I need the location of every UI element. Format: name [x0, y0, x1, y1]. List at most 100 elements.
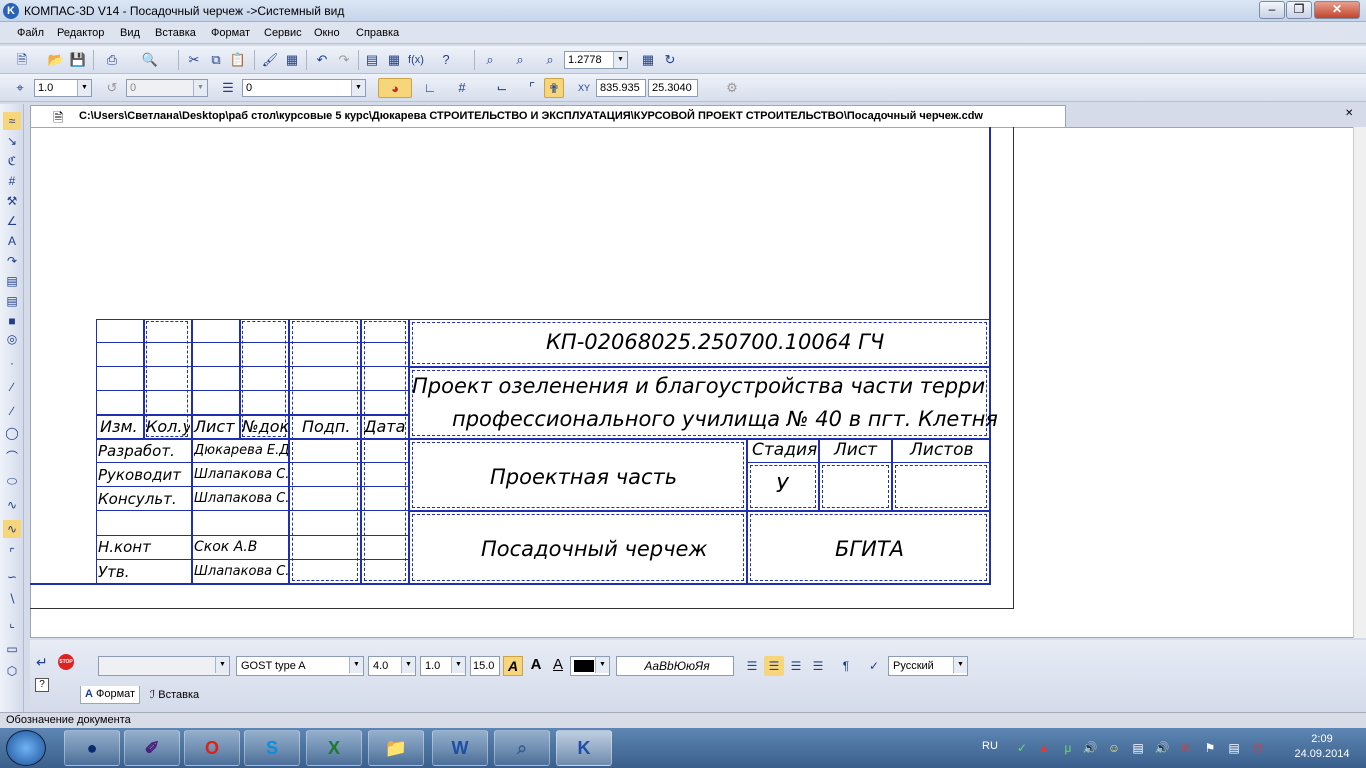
zoom-field[interactable]: 1.2778 ▼	[564, 51, 628, 69]
menu-view[interactable]: Вид	[120, 27, 140, 39]
spline-icon[interactable]: ∿	[3, 496, 21, 514]
vertical-scrollbar[interactable]	[1353, 127, 1366, 638]
skype-icon[interactable]: S	[244, 730, 300, 766]
fragment-icon[interactable]: ■	[3, 312, 21, 330]
tab-format[interactable]: A Формат	[80, 686, 141, 704]
fillet-icon[interactable]: ∖	[3, 590, 21, 608]
edit-icon[interactable]: #	[3, 172, 21, 190]
grid-icon[interactable]: #	[452, 78, 472, 98]
help-cursor-icon[interactable]: ?	[436, 50, 456, 70]
rectangle-icon[interactable]: ▭	[3, 640, 21, 658]
tray-flag-icon[interactable]: ⚑	[1202, 740, 1218, 756]
align-center-icon[interactable]: ☰	[764, 656, 784, 676]
curve-icon[interactable]: ∽	[3, 568, 21, 586]
aux-line-icon[interactable]: ∕	[3, 378, 21, 396]
minimize-button[interactable]: –	[1259, 1, 1285, 19]
align-left-icon[interactable]: ☰	[742, 656, 762, 676]
cut-icon[interactable]: ✂	[184, 50, 204, 70]
menu-file[interactable]: Файл	[17, 27, 44, 39]
tray-sound-icon[interactable]: 🔊	[1082, 740, 1098, 756]
stop-icon[interactable]: STOP	[58, 654, 74, 670]
round-icon[interactable]: ✟	[544, 78, 564, 98]
geometry-icon[interactable]: ≈	[3, 112, 21, 130]
local-cs-icon[interactable]: ⌙	[492, 78, 512, 98]
style-field[interactable]: ▼	[98, 656, 230, 676]
stretch-field[interactable]: 1.0 ▼	[420, 656, 466, 676]
taskbar-pen-icon[interactable]: ✐	[124, 730, 180, 766]
layer-field[interactable]: 0 ▼	[242, 79, 366, 97]
ortho-mode-icon[interactable]: ⌜	[522, 78, 542, 98]
polyline-icon[interactable]: ∿	[3, 520, 21, 538]
spec-icon[interactable]: ↷	[3, 252, 21, 270]
explorer-icon[interactable]: 📁	[368, 730, 424, 766]
step-field[interactable]: 1.0 ▼	[34, 79, 92, 97]
language-field[interactable]: Русский ▼	[888, 656, 968, 676]
table-icon[interactable]: ◎	[3, 330, 21, 348]
tray-arrow-icon[interactable]: ▲	[1036, 740, 1052, 756]
menu-insert[interactable]: Вставка	[155, 27, 196, 39]
zoom-frame-icon[interactable]: ⌕	[480, 50, 500, 70]
point-icon[interactable]: ·	[3, 354, 21, 372]
enter-icon[interactable]: ↵	[36, 654, 48, 671]
snap-magnet-icon[interactable]: ◕	[378, 78, 412, 98]
taskbar-app-icon[interactable]: ●	[64, 730, 120, 766]
opera-icon[interactable]: O	[184, 730, 240, 766]
menu-help[interactable]: Справка	[356, 27, 399, 39]
param-icon[interactable]: ⚙	[722, 78, 742, 98]
cursor-y-field[interactable]: 25.3040	[648, 79, 698, 97]
close-document-icon[interactable]: ✕	[1345, 108, 1353, 119]
tray-volume-icon[interactable]: 🔊	[1154, 740, 1170, 756]
underline-icon[interactable]: A	[548, 656, 568, 676]
designations-icon[interactable]: ℭ	[3, 152, 21, 170]
menu-window[interactable]: Окно	[314, 27, 340, 39]
polygon-icon[interactable]: ⬡	[3, 662, 21, 680]
cursor-x-field[interactable]: 835.935	[596, 79, 646, 97]
kompas-taskbar-icon[interactable]: K	[556, 730, 612, 766]
font-field[interactable]: GOST type A ▼	[236, 656, 364, 676]
chamfer-icon[interactable]: ⌜	[3, 544, 21, 562]
segment-icon[interactable]: ∕	[3, 402, 21, 420]
format-brush-icon[interactable]: 🖌	[260, 50, 280, 70]
clock[interactable]: 2:09 24.09.2014	[1282, 732, 1362, 762]
zoom-scale-icon[interactable]: ⌕	[540, 50, 560, 70]
manager-icon[interactable]: ▤	[362, 50, 382, 70]
copy-icon[interactable]: ⧉	[206, 50, 226, 70]
close-button[interactable]: ✕	[1314, 1, 1360, 19]
search-app-icon[interactable]: ⌕	[494, 730, 550, 766]
tab-insert[interactable]: ℐ Вставка	[146, 686, 203, 704]
tray-users-icon[interactable]: ☺	[1106, 740, 1122, 756]
variables-icon[interactable]: f(x)	[406, 50, 426, 70]
angle-field[interactable]: 15.0	[470, 656, 500, 676]
redo-icon[interactable]: ↷	[334, 50, 354, 70]
pan-icon[interactable]: ▦	[638, 50, 658, 70]
tray-torrent-icon[interactable]: μ	[1060, 740, 1076, 756]
fillet2-icon[interactable]: ⌞	[3, 614, 21, 632]
tray-network-icon[interactable]: ▤	[1130, 740, 1146, 756]
paste-icon[interactable]: 📋	[228, 50, 248, 70]
open-file-icon[interactable]: 📂	[46, 50, 66, 70]
menu-format[interactable]: Формат	[211, 27, 250, 39]
preview-icon[interactable]: 🔍	[140, 50, 160, 70]
tray-device-icon[interactable]: ▤	[1226, 740, 1242, 756]
circle-icon[interactable]: ◯	[3, 424, 21, 442]
height-field[interactable]: 4.0 ▼	[368, 656, 416, 676]
bold-icon[interactable]: A	[526, 656, 546, 676]
print-icon[interactable]: ⎙	[102, 50, 122, 70]
menu-service[interactable]: Сервис	[264, 27, 302, 39]
maximize-button[interactable]: ❐	[1286, 1, 1312, 19]
arc-icon[interactable]: ⌒	[3, 448, 21, 466]
orthogonal-icon[interactable]: ∟	[420, 78, 440, 98]
document-tab[interactable]: 🗎 C:\Users\Светлана\Desktop\раб стол\кур…	[30, 105, 1066, 127]
paragraph-icon[interactable]: ¶	[836, 656, 856, 676]
spellcheck-icon[interactable]: ✓	[864, 656, 884, 676]
angle-field[interactable]: 0 ▼	[126, 79, 208, 97]
select-icon[interactable]: A	[3, 232, 21, 250]
excel-icon[interactable]: X	[306, 730, 362, 766]
tray-power-icon[interactable]: ⏻	[1250, 740, 1266, 756]
new-file-icon[interactable]: 🗎	[12, 50, 32, 70]
italic-icon[interactable]: A	[503, 656, 523, 676]
insert-icon[interactable]: ▤	[3, 292, 21, 310]
save-icon[interactable]: 💾	[68, 50, 88, 70]
library-icon[interactable]: ▦	[384, 50, 404, 70]
word-icon[interactable]: W	[432, 730, 488, 766]
